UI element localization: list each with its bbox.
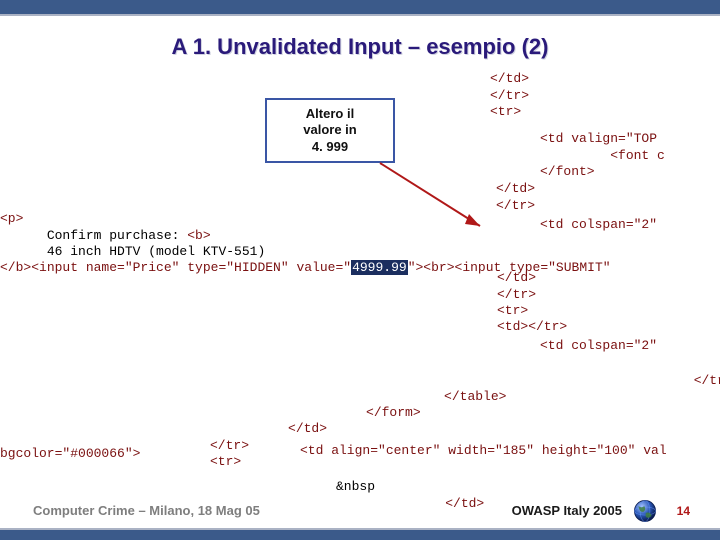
code-td-center: <td align="center" width="185" height="1…	[300, 427, 667, 460]
page-number: 14	[677, 504, 690, 518]
callout-line2: valore in	[303, 122, 356, 137]
footer-right: OWASP Italy 2005	[512, 503, 622, 518]
callout-line3: 4. 999	[312, 139, 348, 154]
slide-title: A 1. Unvalidated Input – esempio (2)	[0, 34, 720, 60]
highlighted-price: 4999.99	[351, 260, 408, 275]
footer-left: Computer Crime – Milano, 18 Mag 05	[33, 503, 260, 518]
code-upper-right: </td> </tr> <tr>	[490, 55, 529, 120]
code-nbsp: &nbsp </td>	[336, 463, 484, 512]
callout-line1: Altero il	[306, 106, 354, 121]
header-bar	[0, 0, 720, 16]
code-bgcolor: bgcolor="#000066">	[0, 430, 140, 463]
callout-box: Altero il valore in 4. 999	[265, 98, 395, 163]
globe-icon	[632, 498, 658, 524]
footer-bar	[0, 528, 720, 540]
code-td-top: <td valign="TOP <font c </font>	[540, 115, 665, 180]
